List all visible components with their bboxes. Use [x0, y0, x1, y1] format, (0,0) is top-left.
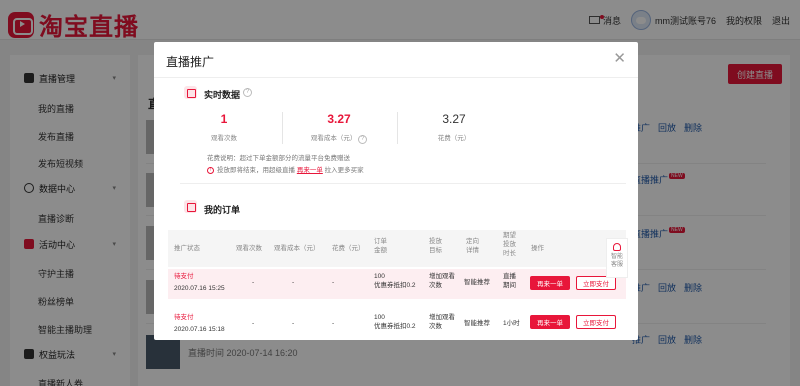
modal-title: 直播推广	[166, 55, 215, 69]
order-spend: -	[332, 279, 335, 286]
divider	[180, 183, 626, 184]
stat-value: 3.27	[327, 112, 351, 126]
col-views: 观看次数	[236, 245, 262, 252]
divider	[282, 112, 283, 144]
order-goal: 增加观看 次数	[429, 273, 455, 289]
realtime-data-title: 实时数据	[204, 90, 241, 100]
col-targeting: 定向 详情	[466, 238, 479, 254]
order-duration: 直播 期间	[503, 273, 516, 289]
promotion-modal: 直播推广 ✕ 实时数据 ? 1 观看次数 3.27 观看成本（元） ? 3.27…	[154, 42, 638, 340]
order-targeting: 智能推荐	[464, 320, 490, 327]
col-duration: 期望 投放 时长	[503, 232, 516, 257]
col-actions: 操作	[531, 245, 544, 252]
order-views: -	[252, 320, 255, 327]
stat-view-cost: 3.27 观看成本（元） ?	[285, 112, 393, 144]
order-time: 2020.07.16 15:18	[174, 326, 225, 333]
stat-spend: 3.27 花费（元）	[400, 112, 508, 142]
pay-now-button[interactable]: 立即支付	[576, 315, 616, 329]
realtime-data-icon	[184, 86, 197, 99]
order-targeting: 智能推荐	[464, 279, 490, 286]
table-row: 待支付 2020.07.16 15:25 - - - 100 优惠券抵扣0.2 …	[168, 269, 626, 299]
col-spend: 花费（元）	[332, 245, 365, 252]
order-status: 待支付	[174, 314, 194, 321]
stat-label: 观看成本（元） ?	[285, 132, 393, 144]
order-amount: 100 优惠券抵扣0.2	[374, 314, 416, 330]
smart-customer-service[interactable]: 智能 客服	[606, 238, 628, 278]
order-goal: 增加观看 次数	[429, 314, 455, 330]
orders-title: 我的订单	[204, 205, 241, 215]
help-icon[interactable]: ?	[358, 135, 368, 144]
order-duration: 1小时	[503, 320, 520, 327]
col-goal: 投放 目标	[429, 238, 442, 254]
reorder-button[interactable]: 再来一单	[530, 315, 570, 329]
pay-now-button[interactable]: 立即支付	[576, 276, 616, 290]
warning-icon: !	[207, 166, 214, 174]
stat-label: 观看次数	[211, 135, 237, 142]
divider	[154, 77, 638, 78]
order-cost: -	[292, 279, 295, 286]
order-spend: -	[332, 320, 335, 327]
order-cost: -	[292, 320, 295, 327]
order-views: -	[252, 279, 255, 286]
close-icon[interactable]: ✕	[613, 51, 626, 66]
orders-icon	[184, 200, 197, 213]
col-amount: 订单 金额	[374, 238, 387, 254]
headset-icon	[613, 243, 621, 251]
stat-views: 1 观看次数	[170, 112, 278, 142]
stat-label: 花费（元）	[437, 135, 471, 142]
order-time: 2020.07.16 15:25	[174, 285, 225, 292]
table-row: 待支付 2020.07.16 15:18 - - - 100 优惠券抵扣0.2 …	[168, 310, 626, 340]
col-view-cost: 观看成本（元）	[274, 245, 320, 252]
reorder-button[interactable]: 再来一单	[530, 276, 570, 290]
divider	[397, 112, 398, 144]
col-status: 推广状态	[174, 245, 200, 252]
orders-table-header: 推广状态 观看次数 观看成本（元） 花费（元） 订单 金额 投放 目标 定向 详…	[168, 230, 626, 267]
order-amount: 100 优惠券抵扣0.2	[374, 273, 416, 289]
customer-service-label: 智能 客服	[610, 254, 623, 268]
fee-note: 花费说明：超过下单金额部分的流量平台免费赠送	[207, 155, 350, 162]
order-status: 待支付	[174, 273, 194, 280]
reorder-link[interactable]: 再来一单	[297, 167, 323, 174]
promotion-tip: ! 投放即将结束，用超级直播 再来一单 拉入更多买家	[207, 164, 364, 174]
help-icon[interactable]: ?	[243, 88, 252, 97]
stat-value: 3.27	[442, 112, 466, 126]
stat-value: 1	[220, 112, 228, 126]
